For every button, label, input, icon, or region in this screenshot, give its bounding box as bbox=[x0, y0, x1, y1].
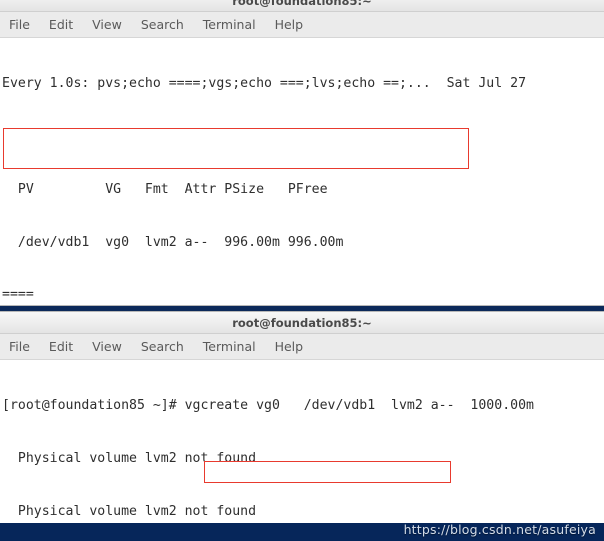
terminal-line: [root@foundation85 ~]# vgcreate vg0 /dev… bbox=[2, 398, 534, 414]
terminal-output-top[interactable]: Every 1.0s: pvs;echo ====;vgs;echo ===;l… bbox=[0, 38, 604, 296]
menubar-bottom[interactable]: File Edit View Search Terminal Help bbox=[0, 334, 604, 360]
menu-file[interactable]: File bbox=[9, 339, 30, 354]
menu-search[interactable]: Search bbox=[141, 17, 184, 32]
menu-view[interactable]: View bbox=[92, 339, 122, 354]
menu-edit[interactable]: Edit bbox=[49, 17, 73, 32]
terminal-line: /dev/vdb1 vg0 lvm2 a-- 996.00m 996.00m bbox=[2, 234, 344, 250]
menu-terminal[interactable]: Terminal bbox=[203, 17, 256, 32]
window-title-top: root@foundation85:~ bbox=[232, 0, 372, 8]
titlebar-top[interactable]: root@foundation85:~ bbox=[0, 0, 604, 12]
window-title-bottom: root@foundation85:~ bbox=[232, 315, 372, 330]
terminal-line: PV VG Fmt Attr PSize PFree bbox=[2, 181, 328, 197]
menu-search[interactable]: Search bbox=[141, 339, 184, 354]
menu-edit[interactable]: Edit bbox=[49, 339, 73, 354]
menu-help[interactable]: Help bbox=[275, 17, 304, 32]
terminal-window-bottom[interactable]: root@foundation85:~ File Edit View Searc… bbox=[0, 311, 604, 523]
terminal-output-bottom[interactable]: [root@foundation85 ~]# vgcreate vg0 /dev… bbox=[0, 360, 604, 523]
terminal-line: ==== bbox=[2, 287, 34, 296]
watermark-url: https://blog.csdn.net/asufeiya bbox=[403, 522, 596, 537]
terminal-line: Physical volume lvm2 not found bbox=[2, 503, 257, 519]
menu-file[interactable]: File bbox=[9, 17, 30, 32]
terminal-window-top[interactable]: root@foundation85:~ File Edit View Searc… bbox=[0, 0, 604, 306]
menubar-top[interactable]: File Edit View Search Terminal Help bbox=[0, 12, 604, 38]
titlebar-bottom[interactable]: root@foundation85:~ bbox=[0, 312, 604, 334]
menu-terminal[interactable]: Terminal bbox=[203, 339, 256, 354]
terminal-line: Physical volume lvm2 not found bbox=[2, 450, 257, 466]
terminal-line: Every 1.0s: pvs;echo ====;vgs;echo ===;l… bbox=[2, 76, 527, 92]
menu-view[interactable]: View bbox=[92, 17, 122, 32]
menu-help[interactable]: Help bbox=[275, 339, 304, 354]
